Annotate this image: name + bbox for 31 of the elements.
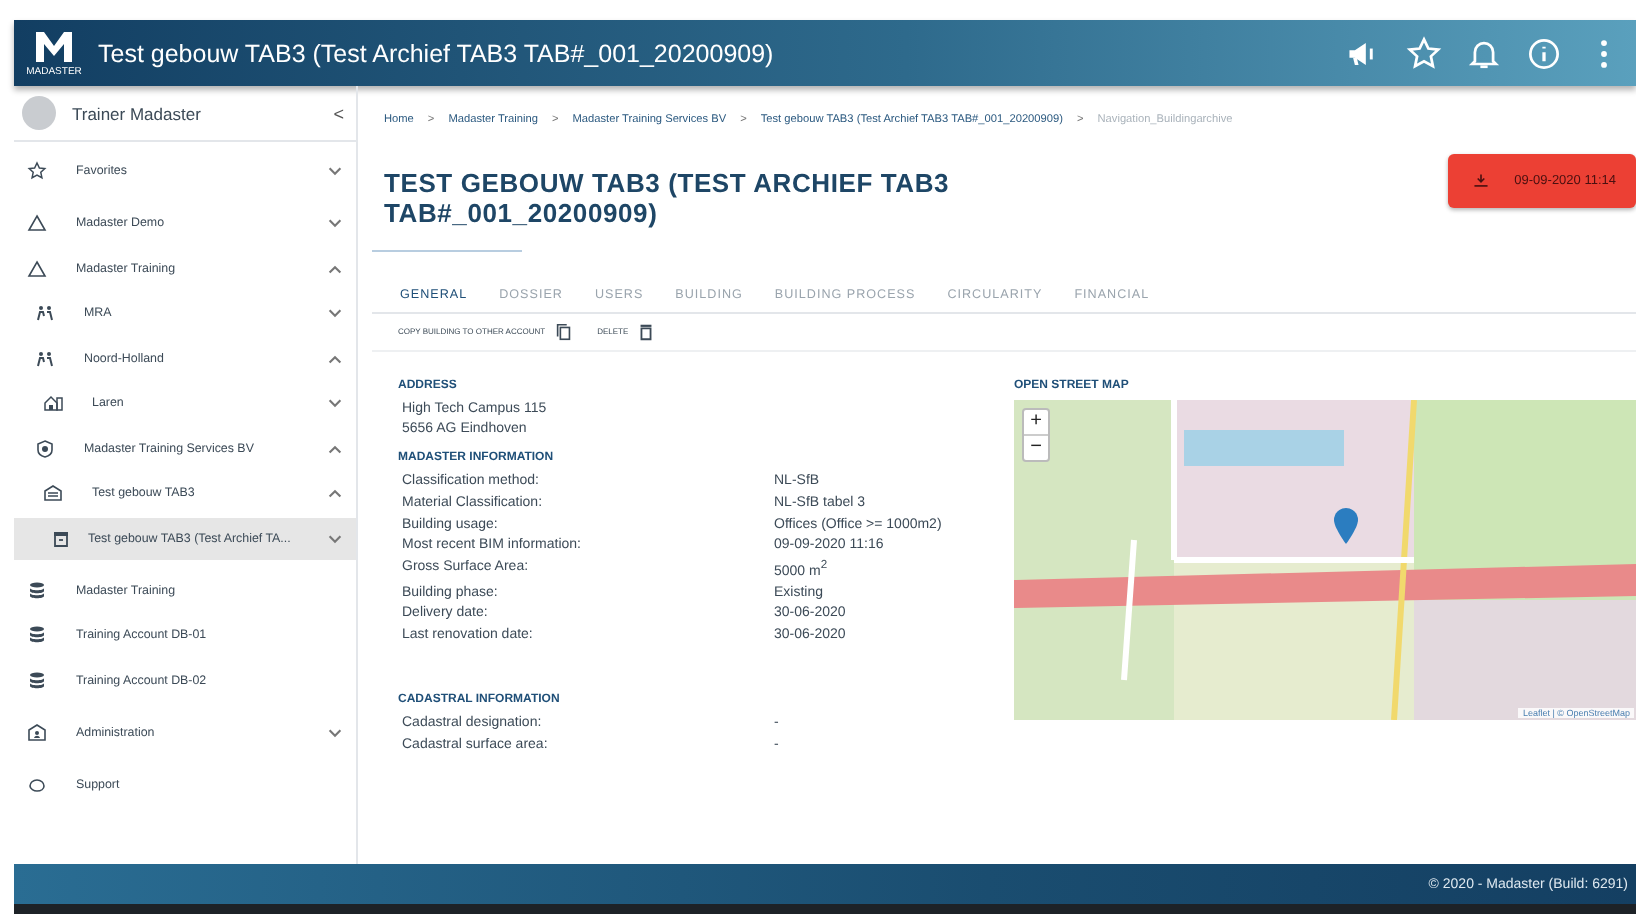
zoom-out-button[interactable]: −: [1024, 435, 1048, 460]
database-icon: [26, 579, 48, 601]
window-title: Test gebouw TAB3 (Test Archief TAB3 TAB#_001_20200909): [98, 39, 776, 67]
street-map-drawing[interactable]: [1014, 399, 1636, 720]
download-icon: [1472, 172, 1491, 190]
info-icon[interactable]: [1524, 33, 1564, 73]
people-icon: [34, 302, 56, 324]
database-icon: [26, 669, 48, 691]
collapse-button[interactable]: <: [333, 103, 344, 123]
chevron-down-icon[interactable]: [326, 162, 344, 180]
archive-icon: [50, 527, 72, 549]
zoom-in-button[interactable]: +: [1024, 409, 1048, 436]
user-name: Trainer Madaster: [72, 103, 203, 123]
star-icon[interactable]: [1404, 33, 1444, 73]
triangle-icon: [26, 212, 48, 234]
chevron-down-icon[interactable]: [326, 304, 344, 322]
chevron-down-icon[interactable]: [326, 214, 344, 232]
house-icon: [26, 721, 48, 743]
house-icon: [42, 392, 64, 414]
database-icon: [26, 624, 48, 646]
copy-icon: [553, 321, 574, 342]
chevron-down-icon[interactable]: [326, 394, 344, 412]
triangle-icon: [26, 257, 48, 279]
star-icon: [26, 160, 48, 182]
logo-icon: [32, 28, 76, 68]
building-icon: [42, 482, 64, 504]
trash-icon: [636, 321, 657, 342]
page-title: TEST GEBOUW TAB3 (TEST ARCHIEF TAB3 TAB#_001_20200909): [384, 170, 952, 230]
shield-icon: [34, 437, 56, 459]
chevron-up-icon[interactable]: [326, 484, 344, 502]
people-icon: [34, 347, 56, 369]
